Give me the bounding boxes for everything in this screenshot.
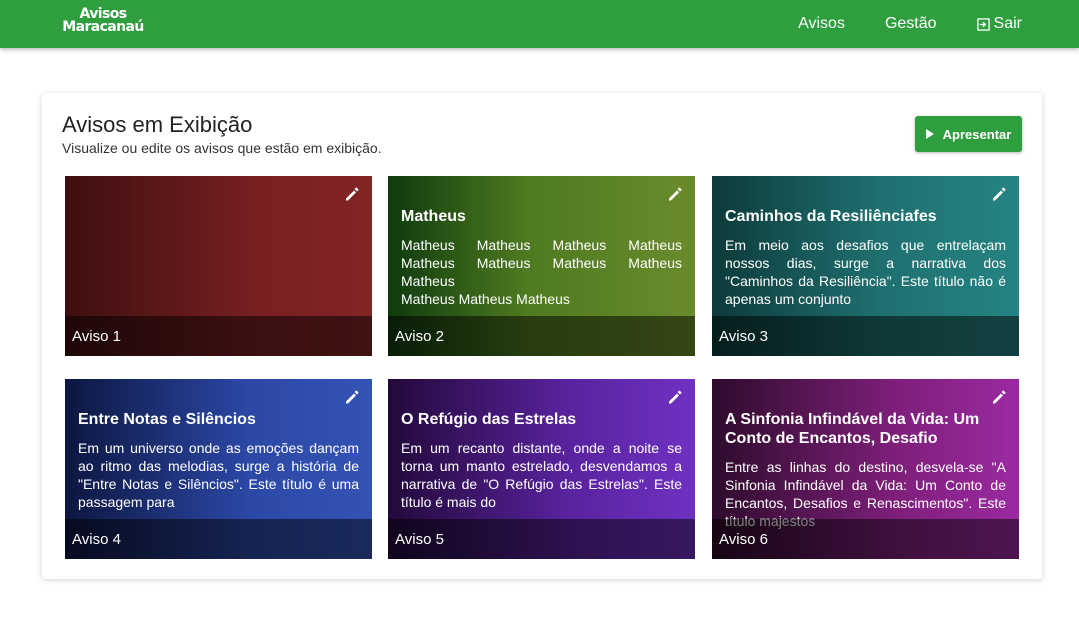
card-label: Aviso 2	[395, 328, 444, 345]
aviso-card-5[interactable]: O Refúgio das Estrelas Em um recanto dis…	[388, 379, 695, 559]
top-navbar: Avisos Maracanaú Avisos Gestão Sair	[0, 0, 1079, 48]
nav-gestao[interactable]: Gestão	[885, 15, 937, 33]
card-body: Em meio aos desafios que entrelaçam noss…	[725, 237, 1006, 307]
card-label: Aviso 4	[72, 531, 121, 548]
present-button[interactable]: Apresentar	[915, 116, 1022, 152]
card-title: O Refúgio das Estrelas	[401, 411, 577, 428]
card-label: Aviso 1	[72, 328, 121, 345]
edit-icon[interactable]	[667, 389, 683, 405]
card-body: Em um universo onde as emoções dançam ao…	[78, 440, 359, 510]
aviso-card-1[interactable]: Aviso 1	[65, 176, 372, 356]
avisos-panel: Avisos em Exibição Visualize ou edite os…	[42, 93, 1042, 579]
card-body: Matheus Matheus Matheus Matheus Matheus …	[401, 236, 682, 308]
edit-icon[interactable]	[344, 389, 360, 405]
card-footer: Aviso 4	[65, 519, 372, 559]
page-title: Avisos em Exibição	[62, 112, 253, 137]
edit-icon[interactable]	[344, 186, 360, 202]
card-label: Aviso 6	[719, 531, 768, 548]
play-icon	[925, 129, 934, 139]
logout-icon	[976, 17, 990, 31]
nav-avisos[interactable]: Avisos	[798, 15, 845, 33]
card-footer: Aviso 3	[712, 316, 1019, 356]
card-title: A Sinfonia Infindável da Vida: Um Conto …	[725, 411, 980, 447]
nav-sair-label: Sair	[993, 15, 1022, 32]
logo-line2: Maracanaú	[62, 19, 144, 35]
aviso-card-6[interactable]: A Sinfonia Infindável da Vida: Um Conto …	[712, 379, 1019, 559]
main-nav: Avisos Gestão Sair	[758, 0, 1022, 48]
card-title: Matheus	[401, 208, 466, 225]
card-footer: Aviso 1	[65, 316, 372, 356]
app-logo[interactable]: Avisos Maracanaú	[61, 7, 145, 35]
card-footer: Aviso 2	[388, 316, 695, 356]
card-footer: Aviso 5	[388, 519, 695, 559]
aviso-card-3[interactable]: Caminhos da Resiliênciafes Em meio aos d…	[712, 176, 1019, 356]
card-body-line1: Matheus Matheus Matheus Matheus Matheus …	[401, 237, 682, 289]
card-label: Aviso 3	[719, 328, 768, 345]
page-subtitle: Visualize ou edite os avisos que estão e…	[62, 140, 382, 156]
aviso-card-2[interactable]: Matheus Matheus Matheus Matheus Matheus …	[388, 176, 695, 356]
aviso-card-4[interactable]: Entre Notas e Silêncios Em um universo o…	[65, 379, 372, 559]
card-title: Caminhos da Resiliênciafes	[725, 208, 937, 225]
card-body: Em um recanto distante, onde a noite se …	[401, 440, 682, 510]
edit-icon[interactable]	[991, 186, 1007, 202]
card-body-line2: Matheus Matheus Matheus	[401, 291, 570, 307]
edit-icon[interactable]	[991, 389, 1007, 405]
nav-sair[interactable]: Sair	[976, 15, 1022, 33]
edit-icon[interactable]	[667, 186, 683, 202]
present-button-label: Apresentar	[942, 126, 1012, 142]
card-footer: Aviso 6	[712, 519, 1019, 559]
card-label: Aviso 5	[395, 531, 444, 548]
card-title: Entre Notas e Silêncios	[78, 411, 256, 428]
